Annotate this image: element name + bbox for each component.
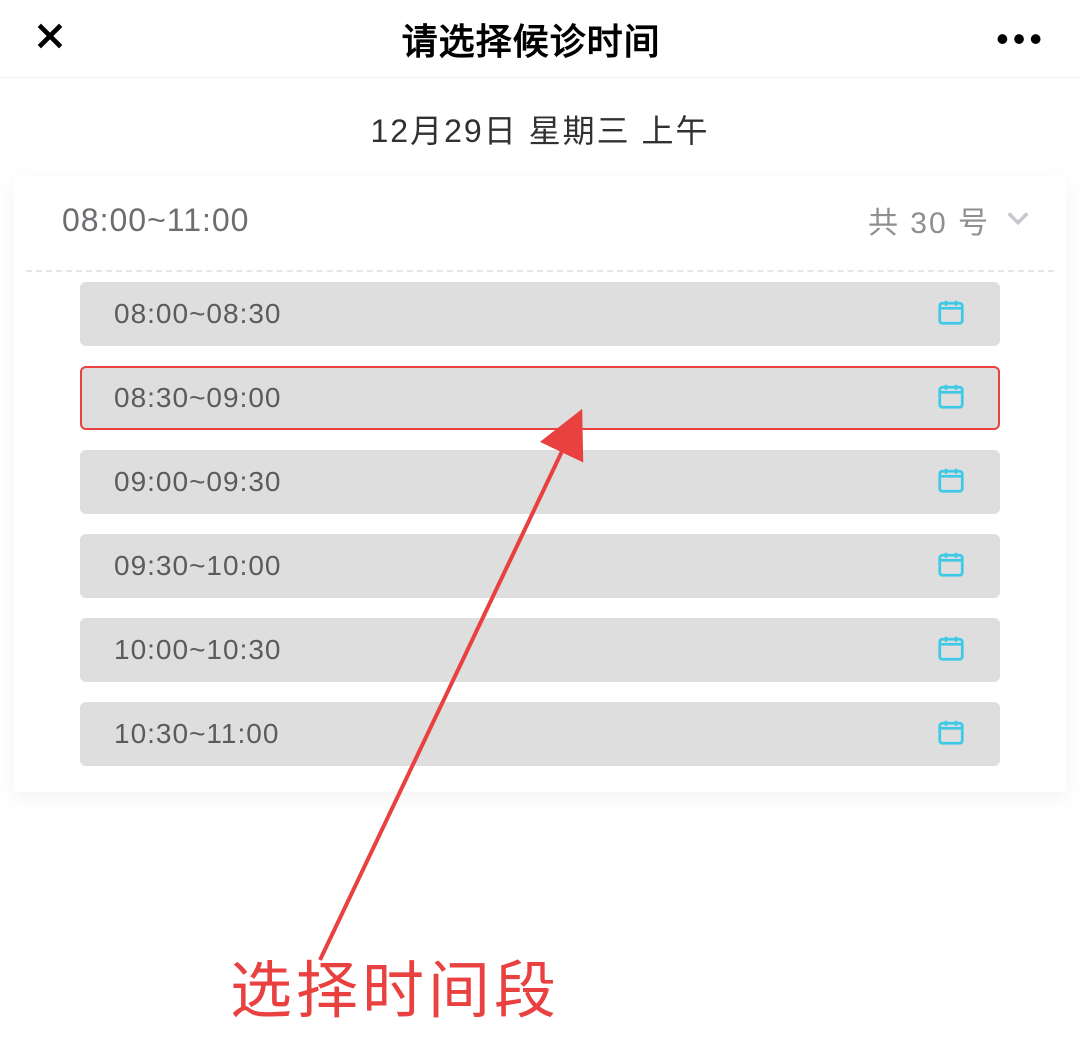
time-slot[interactable]: 08:30~09:00	[80, 366, 1000, 430]
calendar-icon	[936, 633, 966, 668]
nav-bar: 请选择候诊时间 •••	[0, 0, 1080, 78]
date-subtitle: 12月29日 星期三 上午	[0, 78, 1080, 176]
annotation-caption: 选择时间段	[230, 940, 560, 1030]
time-slot-label: 09:00~09:30	[114, 466, 282, 498]
time-slot[interactable]: 10:30~11:00	[80, 702, 1000, 766]
time-slot-label: 10:30~11:00	[114, 718, 279, 750]
page-title: 请选择候诊时间	[402, 13, 661, 65]
time-slot[interactable]: 09:30~10:00	[80, 534, 1000, 598]
time-range-header[interactable]: 08:00~11:00 共 30 号	[14, 176, 1066, 270]
time-slot[interactable]: 09:00~09:30	[80, 450, 1000, 514]
calendar-icon	[936, 465, 966, 500]
time-slot[interactable]: 10:00~10:30	[80, 618, 1000, 682]
time-slot[interactable]: 08:00~08:30	[80, 282, 1000, 346]
time-panel: 08:00~11:00 共 30 号 08:00~08:30 08:30~09:0…	[14, 176, 1066, 792]
more-icon[interactable]: •••	[996, 21, 1046, 57]
time-slot-label: 08:00~08:30	[114, 298, 282, 330]
calendar-icon	[936, 549, 966, 584]
calendar-icon	[936, 297, 966, 332]
time-slot-label: 10:00~10:30	[114, 634, 282, 666]
calendar-icon	[936, 717, 966, 752]
time-range-count: 共 30 号	[868, 198, 990, 242]
time-range-label: 08:00~11:00	[62, 202, 249, 239]
chevron-down-icon	[1004, 204, 1032, 237]
slot-list: 08:00~08:30 08:30~09:00 09:00~09:30 09:30~1…	[14, 272, 1066, 792]
close-icon[interactable]	[34, 20, 66, 57]
time-slot-label: 09:30~10:00	[114, 550, 282, 582]
time-slot-label: 08:30~09:00	[114, 382, 282, 414]
calendar-icon	[936, 381, 966, 416]
time-range-count-wrap: 共 30 号	[868, 198, 1032, 242]
